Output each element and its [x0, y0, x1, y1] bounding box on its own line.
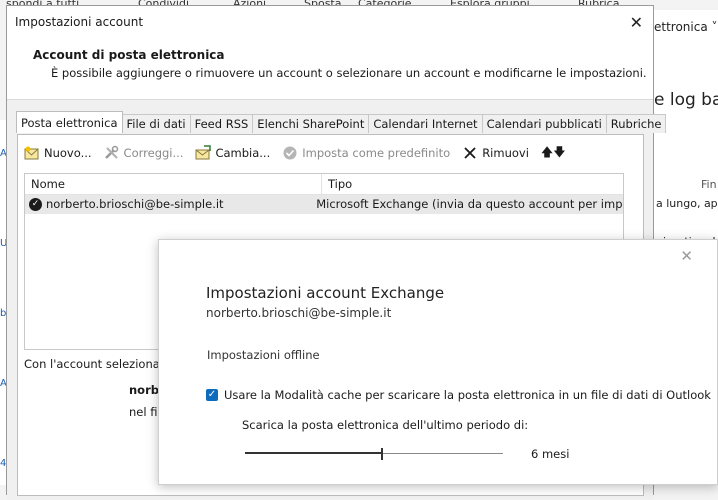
exchange-email: norberto.brioschi@be-simple.it	[206, 306, 392, 320]
ribbon-email-dropdown[interactable]: ettronica ˅	[654, 20, 718, 34]
account-name: norberto.brioschi@be-simple.it	[46, 197, 224, 211]
repair-button[interactable]: Correggi...	[104, 145, 184, 161]
dialog-header: Account di posta elettronica È possibile…	[7, 39, 653, 100]
change-account-icon	[195, 145, 212, 161]
exchange-settings-dialog: ✕ Impostazioni account Exchange norberto…	[158, 239, 718, 485]
set-default-button[interactable]: Imposta come predefinito	[282, 145, 450, 161]
exchange-dialog-title: Impostazioni account Exchange	[206, 284, 445, 302]
checkbox-checked-icon: ✓	[206, 389, 218, 401]
move-up-icon[interactable]: 🡅	[541, 143, 553, 164]
slider-fill	[245, 452, 382, 454]
default-account-check-icon: ✓	[29, 198, 42, 211]
tab-address-books[interactable]: Rubriche	[605, 114, 667, 133]
remove-x-icon	[462, 145, 478, 161]
change-label: Cambia...	[215, 146, 271, 160]
tab-internet-calendars[interactable]: Calendari Internet	[368, 114, 483, 133]
tab-published-calendars[interactable]: Calendari pubblicati	[481, 114, 607, 133]
close-icon[interactable]: ✕	[680, 247, 693, 265]
dialog-title: Impostazioni account	[15, 15, 144, 29]
reading-subject: e log ba	[654, 90, 718, 110]
new-account-label: Nuovo...	[44, 146, 92, 160]
tab-bar: Posta elettronica File di dati Feed RSS …	[16, 111, 667, 134]
column-type[interactable]: Tipo	[322, 174, 352, 194]
account-toolbar: Nuovo... Correggi... Cambia... Imposta c…	[24, 143, 566, 163]
change-button[interactable]: Cambia...	[195, 145, 270, 161]
selected-account-file: nel fil	[129, 405, 161, 419]
tab-email[interactable]: Posta elettronica	[16, 111, 123, 133]
cached-mode-label: Usare la Modalità cache per scaricare la…	[224, 388, 711, 402]
dialog-titlebar: Impostazioni account ✕	[7, 6, 653, 39]
slider-thumb[interactable]	[381, 448, 383, 460]
download-period-value: 6 mesi	[531, 447, 570, 461]
check-circle-icon	[282, 145, 298, 161]
download-period-label: Scarica la posta elettronica dell'ultimo…	[242, 418, 529, 432]
close-icon[interactable]: ✕	[630, 13, 643, 32]
reading-line-1: a lungo, app	[656, 197, 718, 210]
table-row[interactable]: ✓ norberto.brioschi@be-simple.it Microso…	[25, 195, 623, 214]
download-period-slider[interactable]	[245, 447, 503, 461]
reading-meta: Fin	[701, 178, 717, 191]
new-account-button[interactable]: Nuovo...	[24, 145, 92, 161]
set-default-label: Imposta come predefinito	[302, 146, 451, 160]
selected-account-label: Con l'account selezionato	[24, 357, 172, 371]
repair-label: Correggi...	[123, 146, 184, 160]
tools-icon	[104, 145, 120, 161]
tab-data-files[interactable]: File di dati	[121, 114, 191, 133]
offline-settings-heading: Impostazioni offline	[207, 348, 320, 362]
remove-label: Rimuovi	[482, 146, 529, 160]
remove-button[interactable]: Rimuovi	[462, 145, 529, 161]
account-list-header: Nome Tipo	[25, 174, 623, 195]
cached-mode-checkbox[interactable]: ✓ Usare la Modalità cache per scaricare …	[206, 388, 711, 402]
header-description: È possibile aggiungere o rimuovere un ac…	[51, 66, 647, 80]
move-down-icon[interactable]: 🡇	[553, 143, 565, 164]
column-name[interactable]: Nome	[25, 174, 322, 194]
tab-sharepoint-lists[interactable]: Elenchi SharePoint	[252, 114, 370, 133]
new-mail-icon	[24, 145, 40, 161]
header-title: Account di posta elettronica	[33, 48, 225, 62]
tab-rss-feeds[interactable]: Feed RSS	[189, 114, 254, 133]
account-type: Microsoft Exchange (invia da questo acco…	[316, 197, 623, 211]
